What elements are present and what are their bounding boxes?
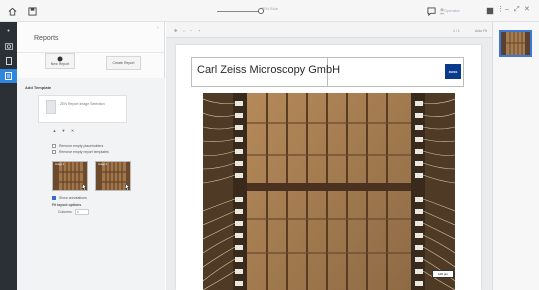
- company-name: Carl Zeiss Microscopy GmbH: [197, 64, 341, 76]
- layout-icon[interactable]: [484, 5, 496, 17]
- rail-item-reports[interactable]: [0, 69, 17, 83]
- camera-icon: •: [7, 27, 10, 35]
- delete-icon[interactable]: ✕: [70, 128, 75, 133]
- zoom-slider-handle[interactable]: [258, 8, 264, 14]
- app-window: ZEN Blue Operator ⋮ – ⤢ ✕ • Reports ‹ Ne…: [0, 0, 539, 290]
- zeiss-logo: ZEISS: [445, 64, 461, 79]
- page-thumbnails-panel: [492, 22, 539, 290]
- scale-bar: 100 µm: [432, 270, 454, 278]
- viewer-toolbar: ✥ ⇔ − + 1 / 1 Auto Fit: [166, 22, 492, 38]
- show-annotations-checkbox[interactable]: [52, 196, 56, 200]
- panel-collapse-icon[interactable]: ‹: [157, 25, 159, 31]
- rail-item-acquisition[interactable]: •: [0, 24, 17, 38]
- rail-item-analysis[interactable]: [0, 54, 17, 68]
- microscope-image: [203, 93, 455, 290]
- close-icon[interactable]: ✕: [524, 5, 530, 15]
- user-name[interactable]: Operator: [444, 8, 460, 13]
- rail-item-processing[interactable]: [0, 39, 17, 53]
- remove-pages-checkbox[interactable]: [52, 150, 56, 154]
- columns-select[interactable]: 2: [75, 209, 89, 215]
- image-thumbnail-1[interactable]: Image 1: [52, 161, 88, 191]
- zoom-slider[interactable]: [217, 11, 264, 12]
- new-report-button[interactable]: New Report: [45, 53, 75, 69]
- layout-options-label: Fit layout options: [52, 203, 82, 207]
- report-icon: [5, 72, 12, 80]
- image-icon: [4, 42, 13, 50]
- minimize-icon[interactable]: –: [505, 5, 509, 15]
- remove-pages-label: Remove empty report templates: [59, 150, 109, 154]
- remove-placeholders-label: Remove empty placeholders: [59, 144, 104, 148]
- remove-placeholders-checkbox[interactable]: [52, 144, 56, 148]
- create-report-button[interactable]: Create Report: [106, 56, 141, 70]
- columns-label: Columns: [58, 210, 72, 214]
- zoom-out-icon[interactable]: −: [190, 28, 192, 33]
- title-bar: ZEN Blue Operator ⋮ – ⤢ ✕: [0, 0, 539, 22]
- add-template-heading: Add Template: [25, 85, 52, 90]
- chip-micrograph: [203, 93, 455, 290]
- fit-width-icon[interactable]: ⇔: [182, 28, 186, 33]
- logo-text: ZEISS: [448, 69, 458, 74]
- page-thumbnail-1[interactable]: [499, 30, 532, 57]
- page-preview-thumbnail: [501, 32, 530, 55]
- zoom-in-icon[interactable]: +: [198, 28, 200, 33]
- create-report-label: Create Report: [112, 61, 135, 65]
- template-name: ZEN Report Image Selection: [60, 102, 105, 106]
- thumbnail-label: Image 1: [55, 163, 65, 166]
- pan-icon[interactable]: ✥: [174, 28, 177, 33]
- page-indicator: 1 / 1: [453, 29, 460, 33]
- maximize-icon[interactable]: ⤢: [514, 5, 520, 15]
- more-icon[interactable]: ⋮: [497, 5, 504, 15]
- move-up-icon[interactable]: ▲: [52, 128, 57, 133]
- auto-fit-toggle[interactable]: Auto Fit: [475, 29, 487, 33]
- columns-value: 2: [77, 210, 79, 214]
- scale-bar-label: 100 µm: [437, 272, 449, 276]
- panel-title: Reports: [34, 35, 59, 42]
- left-rail: •: [0, 22, 17, 290]
- microscope-image-thumbnail: [96, 162, 130, 190]
- microscope-image-thumbnail: [53, 162, 87, 190]
- document-icon: [5, 57, 12, 65]
- image-thumbnail-2[interactable]: Image 2: [95, 161, 131, 191]
- show-annotations-label: Show annotations: [59, 196, 87, 200]
- divider: [17, 52, 165, 53]
- move-down-icon[interactable]: ▼: [61, 128, 66, 133]
- thumbnail-label: Image 2: [98, 163, 108, 166]
- new-report-label: New Report: [50, 62, 70, 66]
- template-thumbnail: [46, 100, 56, 114]
